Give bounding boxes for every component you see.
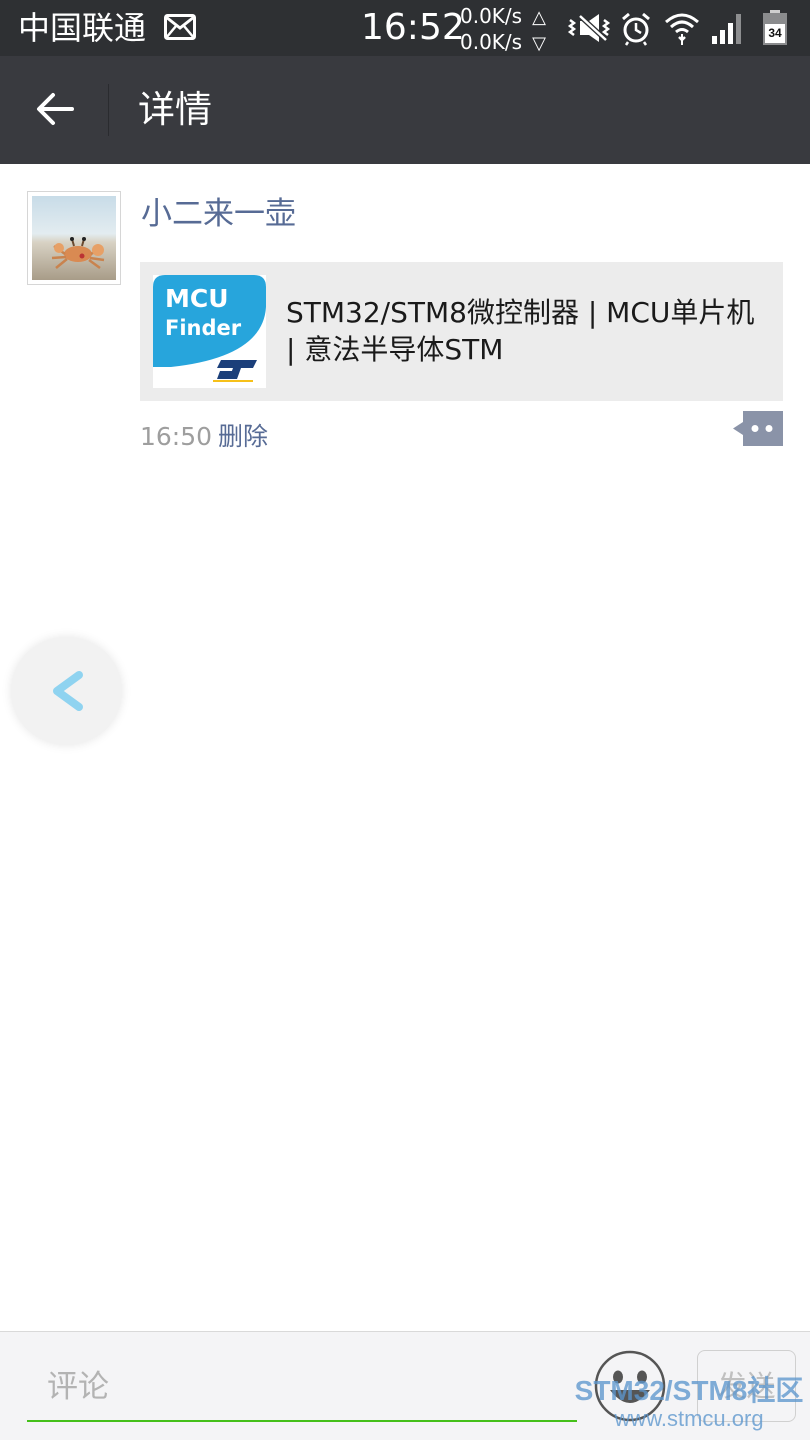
alarm-icon (622, 12, 650, 46)
status-bar: 中国联通 16:52 0.0K/s △ 0.0K/s ▽ 34 (0, 0, 810, 56)
download-speed: 0.0K/s (460, 30, 523, 54)
svg-text:MCU: MCU (165, 284, 229, 313)
watermark-url: www.stmcu.org (614, 1406, 764, 1431)
shared-link-card[interactable]: MCU Finder STM32/STM8微控制器 | MCU单片机 | 意法半… (140, 262, 783, 401)
wifi-icon (665, 13, 699, 45)
mcu-finder-thumbnail: MCU Finder (153, 275, 266, 388)
post-author-name[interactable]: 小二来一壶 (141, 194, 296, 234)
upload-speed: 0.0K/s (460, 4, 523, 28)
avatar[interactable] (27, 191, 121, 285)
svg-text:Finder: Finder (165, 316, 242, 340)
carrier-name: 中国联通 (18, 9, 147, 47)
comment-options-icon[interactable] (733, 411, 783, 446)
back-arrow-icon[interactable] (22, 76, 88, 142)
floating-back-button[interactable] (11, 637, 122, 745)
mail-icon (164, 14, 196, 40)
watermark: STM32/STM8社区 www.stmcu.org (570, 1376, 808, 1432)
download-arrow-icon: ▽ (532, 33, 546, 54)
vibrate-mute-icon (567, 14, 611, 42)
watermark-title: STM32/STM8社区 (574, 1375, 804, 1406)
clock: 16:52 (361, 7, 465, 48)
network-speed: 0.0K/s △ 0.0K/s ▽ (460, 4, 546, 56)
title-bar: 详情 (0, 56, 810, 164)
delete-link[interactable]: 删除 (218, 421, 268, 453)
post-timestamp: 16:50 (140, 422, 213, 451)
comment-input[interactable] (27, 1354, 577, 1422)
signal-icon (712, 14, 741, 44)
battery-icon: 34 (763, 10, 787, 45)
link-title: STM32/STM8微控制器 | MCU单片机 | 意法半导体STM (286, 296, 755, 366)
chevron-left-icon (53, 671, 83, 711)
title-divider (108, 84, 109, 136)
crab-photo (32, 196, 116, 280)
battery-level: 34 (768, 26, 782, 40)
upload-arrow-icon: △ (532, 7, 546, 28)
page-title: 详情 (138, 88, 212, 131)
